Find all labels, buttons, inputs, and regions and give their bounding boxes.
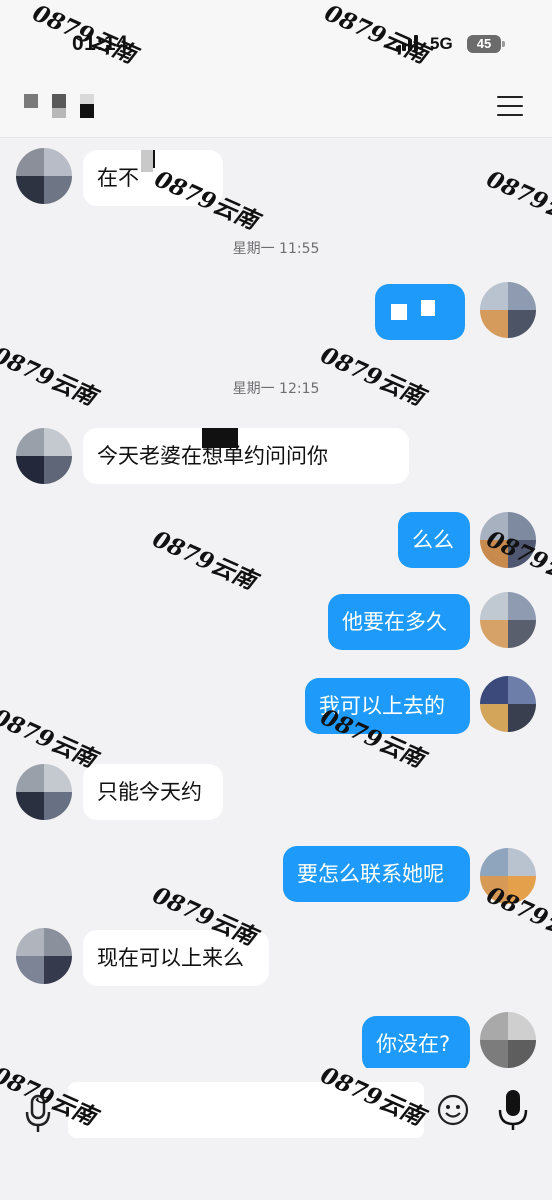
redaction-mosaic [421,300,435,316]
status-time: 01:14 [72,32,129,55]
smiley-icon[interactable] [437,1094,469,1126]
message-bubble-outgoing[interactable]: 他要在多久 [328,594,470,650]
contact-avatar[interactable] [16,928,72,984]
redaction-mosaic [141,150,153,172]
message-bubble-outgoing[interactable]: 要怎么联系她呢 [283,846,470,902]
my-avatar[interactable] [480,282,536,338]
message-bubble-outgoing[interactable]: 么么 [398,512,470,568]
message-text: 么么 [412,528,454,552]
message-bubble-outgoing[interactable] [375,284,465,340]
message-bubble-incoming[interactable]: 在不 [83,150,223,206]
network-label: 5G [430,34,453,53]
contact-avatar[interactable] [16,764,72,820]
my-avatar[interactable] [480,592,536,648]
message-text: 他要在多久 [342,610,447,634]
battery-level: 45 [476,36,492,51]
battery-icon: 45 [467,35,505,53]
my-avatar[interactable] [480,676,536,732]
message-text: 你没在? [376,1032,451,1056]
message-bubble-incoming[interactable]: 现在可以上来么 [83,930,269,986]
timestamp: 星期一 11:55 [232,241,320,257]
contact-avatar[interactable] [16,148,72,204]
message-bubble-outgoing[interactable]: 我可以上去的 [305,678,470,734]
hamburger-icon[interactable] [497,96,523,118]
message-list: 在不 星期一 11:55 星期一 12:15 今天老婆在 想单约问问你 么么 他要… [0,138,552,1072]
message-text: 今天老婆在 [97,444,202,468]
message-text: 现在可以上来么 [97,946,244,970]
message-text: 要怎么联系她呢 [297,862,444,886]
message-bubble-incoming[interactable]: 只能今天约 [83,764,223,820]
redaction-mosaic [202,428,238,448]
my-avatar[interactable] [480,1012,536,1068]
status-bar: 01:14 5G 45 [0,0,552,80]
contact-avatar[interactable] [16,428,72,484]
input-bar [0,1068,552,1200]
message-input[interactable] [68,1082,424,1138]
message-text: 在不 [97,166,139,190]
message-text: 只能今天约 [97,780,202,804]
my-avatar[interactable] [480,848,536,904]
microphone-icon[interactable] [24,1094,52,1134]
signal-bars-icon [396,35,418,51]
timestamp: 星期一 12:15 [232,381,320,397]
voice-record-icon[interactable] [496,1088,530,1132]
contact-name-mosaic[interactable] [24,90,104,122]
chat-header [0,80,552,138]
my-avatar[interactable] [480,512,536,568]
message-bubble-incoming[interactable]: 今天老婆在 想单约问问你 [83,428,409,484]
redaction-mosaic [391,304,407,320]
message-bubble-outgoing[interactable]: 你没在? [362,1016,470,1072]
message-text: 我可以上去的 [319,694,445,718]
